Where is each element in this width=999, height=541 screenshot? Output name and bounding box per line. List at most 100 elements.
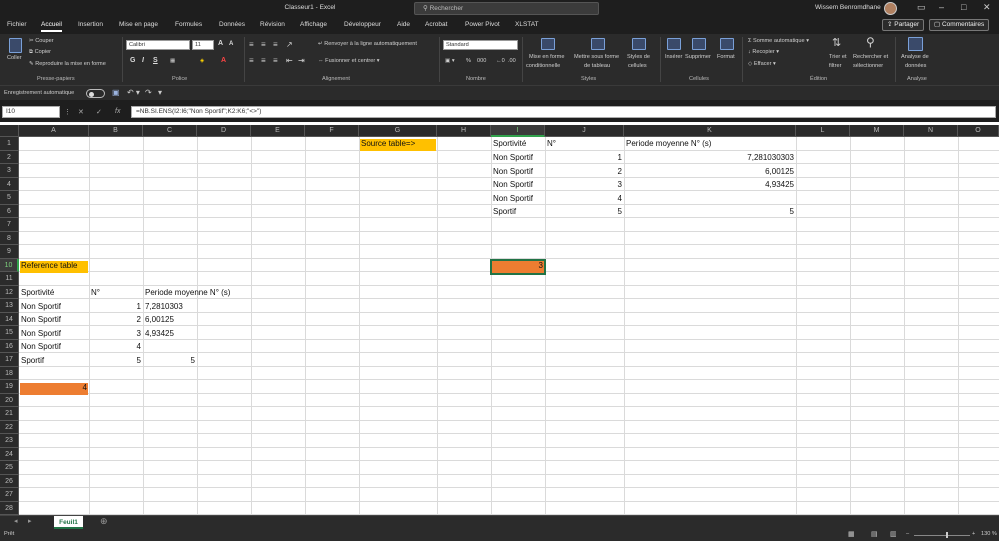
format-table-label-2[interactable]: de tableau [584,63,610,69]
column-header-m[interactable]: M [850,125,904,137]
align-center-icon[interactable]: ≡ [261,56,266,65]
page-layout-icon[interactable]: ▤ [871,530,878,538]
row-header-16[interactable]: 16 [0,339,19,353]
row-header-24[interactable]: 24 [0,447,19,461]
name-box[interactable]: I10 [2,106,60,118]
format-button[interactable]: Format [717,54,735,60]
column-header-e[interactable]: E [251,125,305,137]
paste-button[interactable]: Coller [7,55,22,61]
indent-decrease-icon[interactable]: ⇤ [286,56,293,65]
decrease-font-icon[interactable]: A [229,41,233,47]
percent-icon[interactable]: % [466,58,471,64]
autosum-button[interactable]: Σ Somme automatique ▾ [748,38,809,44]
formula-input[interactable]: =NB.SI.ENS(I2:I6;"Non Sportif";K2:K6;"<>… [131,106,996,118]
normal-view-icon[interactable]: ▦ [848,530,855,538]
tab-revision[interactable]: Révision [260,21,285,28]
row-header-20[interactable]: 20 [0,393,19,407]
share-button[interactable]: ⇪ Partager [882,19,925,31]
cell-i4[interactable]: Non Sportif [492,180,534,189]
row-header-11[interactable]: 11 [0,272,19,286]
row-header-2[interactable]: 2 [0,150,19,164]
cell-k6[interactable]: 5 [624,207,795,216]
tab-affichage[interactable]: Affichage [300,21,327,28]
cell-j4[interactable]: 3 [545,180,623,189]
row-header-9[interactable]: 9 [0,245,19,259]
column-header-k[interactable]: K [624,125,796,137]
close-icon[interactable]: ✕ [983,2,991,13]
minimize-icon[interactable]: – [939,2,944,12]
save-icon[interactable]: ▣ [112,88,120,97]
tab-aide[interactable]: Aide [397,21,410,28]
column-header-g[interactable]: G [359,125,437,137]
cell-g1[interactable]: Source table=> [360,139,436,151]
currency-icon[interactable]: ▣ ▾ [445,58,455,64]
cell-c14[interactable]: 6,00125 [144,315,175,324]
sort-filter-label-2[interactable]: filtrer [829,63,841,69]
analyze-data-icon[interactable] [908,37,923,51]
paste-icon[interactable] [9,38,22,53]
cell-b16[interactable]: 4 [89,342,142,351]
row-header-13[interactable]: 13 [0,299,19,313]
insert-cells-icon[interactable] [667,38,681,50]
cell-b14[interactable]: 2 [89,315,142,324]
prev-sheet-icon[interactable]: ◂ [14,517,18,525]
find-select-label-2[interactable]: sélectionner [853,63,883,69]
column-header-l[interactable]: L [796,125,850,137]
row-header-25[interactable]: 25 [0,461,19,475]
align-bottom-icon[interactable]: ≡ [273,40,278,49]
tab-xlstat[interactable]: XLSTAT [515,21,539,28]
cell-j1[interactable]: N° [546,139,557,148]
merge-center-button[interactable]: ⇔ Fusionner et centrer ▾ [318,58,380,64]
cell-i3[interactable]: Non Sportif [492,167,534,176]
tab-formules[interactable]: Formules [175,21,202,28]
align-left-icon[interactable]: ≡ [249,56,254,65]
cell-j5[interactable]: 4 [545,194,623,203]
cell-a10[interactable]: Reference table [20,261,88,273]
cell-k1[interactable]: Periode moyenne N° (s) [625,139,712,148]
cell-k2[interactable]: 7,281030303 [624,153,795,162]
row-header-3[interactable]: 3 [0,164,19,178]
column-header-b[interactable]: B [89,125,143,137]
ribbon-display-icon[interactable]: ▭ [917,2,926,13]
column-header-i[interactable]: I [491,125,545,137]
row-header-1[interactable]: 1 [0,137,19,151]
font-color-icon[interactable]: A [221,57,226,64]
row-header-19[interactable]: 19 [0,380,19,394]
conditional-format-icon[interactable] [541,38,555,50]
cell-k3[interactable]: 6,00125 [624,167,795,176]
cancel-icon[interactable]: ✕ [78,108,84,116]
cell-j3[interactable]: 2 [545,167,623,176]
magnifier-icon[interactable]: ⚲ [866,35,875,49]
cell-a14[interactable]: Non Sportif [20,315,62,324]
fill-color-icon[interactable]: ◈ [200,58,204,64]
cell-k4[interactable]: 4,93425 [624,180,795,189]
comments-button[interactable]: ▢ Commentaires [929,19,990,31]
row-header-12[interactable]: 12 [0,285,19,299]
row-header-10[interactable]: 10 [0,258,19,272]
align-top-icon[interactable]: ≡ [249,40,254,49]
delete-cells-icon[interactable] [692,38,706,50]
row-header-6[interactable]: 6 [0,204,19,218]
name-box-dropdown-icon[interactable]: ⋮ [64,108,71,116]
column-header-f[interactable]: F [305,125,359,137]
row-header-15[interactable]: 15 [0,326,19,340]
tab-power-pivot[interactable]: Power Pivot [465,21,500,28]
increase-font-icon[interactable]: A [218,40,223,47]
maximize-icon[interactable]: □ [961,2,966,12]
italic-button[interactable]: I [142,57,144,64]
cell-a15[interactable]: Non Sportif [20,329,62,338]
sort-filter-label-1[interactable]: Trier et [829,54,847,60]
sort-filter-icon[interactable]: ⇅ [832,36,841,49]
increase-decimal-icon[interactable]: ←0 [496,58,505,64]
zoom-slider[interactable] [914,535,970,536]
copy-button[interactable]: ⧉ Copier [29,49,51,56]
cell-c17[interactable]: 5 [143,356,196,365]
cell-i5[interactable]: Non Sportif [492,194,534,203]
borders-icon[interactable]: ▦ [170,58,175,64]
font-name-select[interactable]: Calibri [126,40,190,50]
cell-j6[interactable]: 5 [545,207,623,216]
row-header-28[interactable]: 28 [0,501,19,515]
thousands-icon[interactable]: 000 [477,58,486,64]
avatar[interactable] [884,2,897,15]
fill-button[interactable]: ↓ Recopier ▾ [748,49,779,55]
